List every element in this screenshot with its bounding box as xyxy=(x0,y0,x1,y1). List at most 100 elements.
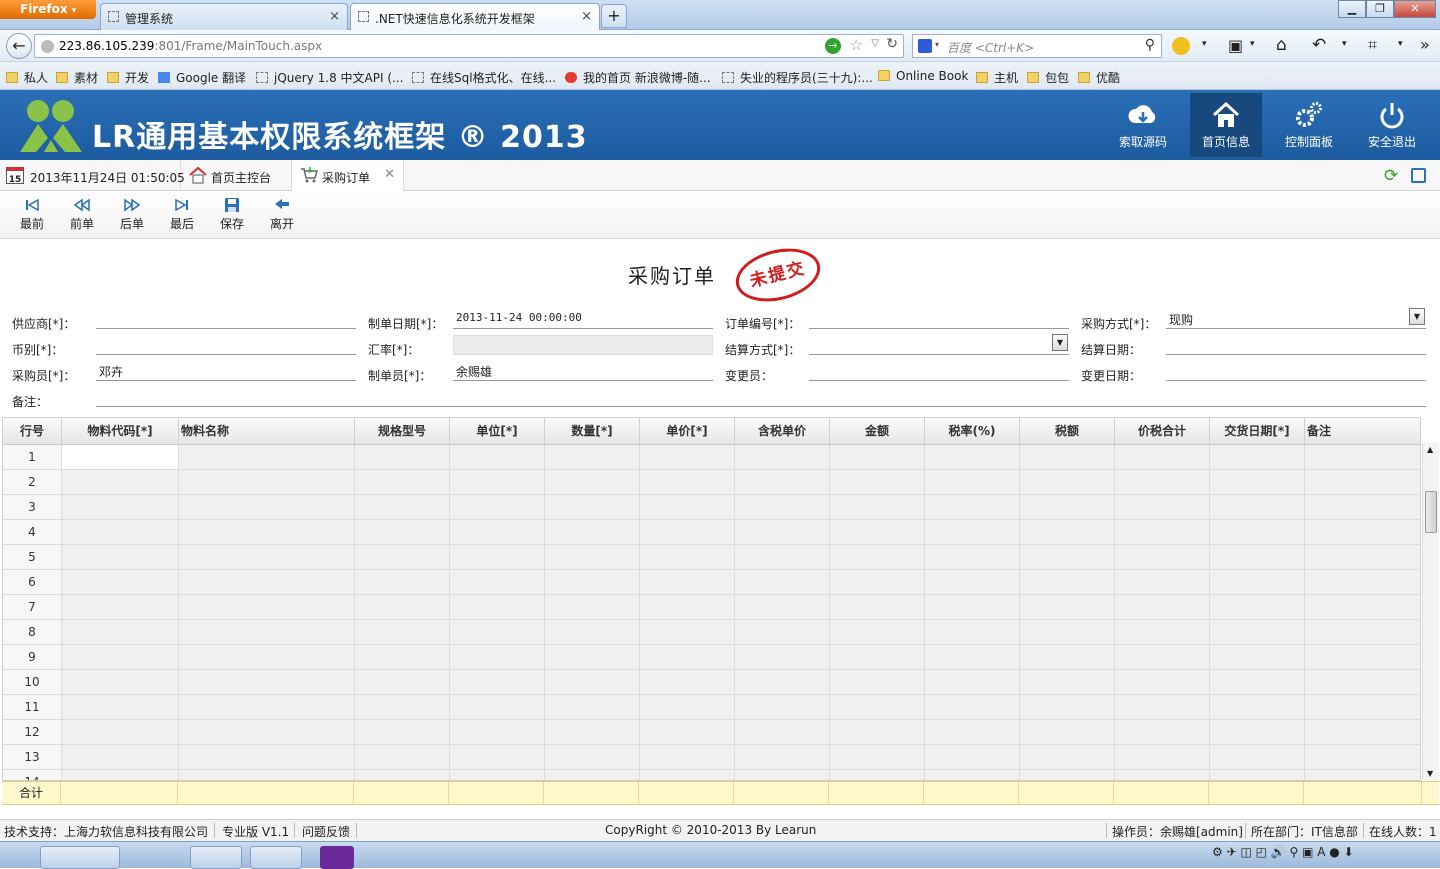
taskbar-app[interactable] xyxy=(190,846,242,869)
grid-cell[interactable] xyxy=(735,595,830,620)
grid-cell[interactable] xyxy=(1115,770,1210,780)
grid-cell[interactable] xyxy=(830,645,925,670)
grid-cell[interactable] xyxy=(925,720,1020,745)
grid-cell[interactable] xyxy=(1305,720,1420,745)
grid-cell[interactable] xyxy=(640,570,735,595)
grid-cell[interactable] xyxy=(1020,520,1115,545)
bookmark-item[interactable]: 开发 xyxy=(107,69,149,86)
grid-cell[interactable] xyxy=(545,495,640,520)
column-header[interactable]: 备注 xyxy=(1305,418,1420,445)
grid-cell[interactable] xyxy=(355,720,450,745)
bookmark-item[interactable]: Google 翻译 xyxy=(158,69,246,86)
addon-icon[interactable] xyxy=(1172,37,1190,55)
grid-cell[interactable] xyxy=(545,745,640,770)
grid-cell[interactable] xyxy=(545,595,640,620)
grid-cell[interactable] xyxy=(179,745,355,770)
grid-cell[interactable] xyxy=(1020,745,1115,770)
grid-cell[interactable] xyxy=(640,645,735,670)
grid-cell[interactable] xyxy=(1115,520,1210,545)
grid-cell[interactable] xyxy=(640,470,735,495)
grid-cell[interactable] xyxy=(1210,470,1305,495)
bookmark-item[interactable]: 素材 xyxy=(56,69,98,86)
remark-field[interactable] xyxy=(96,389,1426,407)
taskbar-app[interactable] xyxy=(40,846,120,869)
tab-purchase-order[interactable]: 采购订单 ✕ xyxy=(292,160,404,191)
grid-cell[interactable] xyxy=(925,770,1020,780)
next-button[interactable]: 后单 xyxy=(112,197,152,232)
grid-cell[interactable] xyxy=(179,695,355,720)
grid-cell[interactable] xyxy=(1210,695,1305,720)
grid-cell[interactable] xyxy=(1210,595,1305,620)
grid-cell[interactable] xyxy=(830,520,925,545)
grid-cell[interactable] xyxy=(1020,670,1115,695)
grid-cell[interactable] xyxy=(830,470,925,495)
grid-cell[interactable] xyxy=(735,745,830,770)
more-icon[interactable]: » xyxy=(1420,35,1430,54)
settle-date-field[interactable] xyxy=(1166,337,1426,355)
grid-cell[interactable] xyxy=(355,770,450,780)
grid-cell[interactable] xyxy=(62,495,179,520)
grid-cell[interactable] xyxy=(1020,595,1115,620)
grid-cell[interactable] xyxy=(640,545,735,570)
column-header[interactable]: 税率(%) xyxy=(925,418,1020,445)
table-row[interactable]: 11 xyxy=(3,695,1420,720)
grid-cell[interactable] xyxy=(450,695,545,720)
grid-cell[interactable] xyxy=(640,770,735,780)
table-row[interactable]: 6 xyxy=(3,570,1420,595)
column-header[interactable]: 规格型号 xyxy=(355,418,450,445)
grid-cell[interactable] xyxy=(450,645,545,670)
grid-cell[interactable] xyxy=(830,595,925,620)
grid-cell[interactable] xyxy=(830,445,925,470)
last-button[interactable]: 最后 xyxy=(162,197,202,232)
grid-cell[interactable] xyxy=(1305,445,1420,470)
grid-cell[interactable] xyxy=(450,545,545,570)
scroll-up-icon[interactable]: ▲ xyxy=(1427,445,1433,454)
search-icon[interactable]: ⚲ xyxy=(1145,37,1155,53)
grid-cell[interactable] xyxy=(450,770,545,780)
grid-cell[interactable] xyxy=(1020,720,1115,745)
grid-cell[interactable] xyxy=(355,520,450,545)
grid-cell[interactable] xyxy=(450,720,545,745)
grid-cell[interactable] xyxy=(1210,520,1305,545)
grid-cell[interactable] xyxy=(545,720,640,745)
column-header[interactable]: 物料代码[*] xyxy=(62,418,179,445)
tab-home-console[interactable]: 首页主控台 xyxy=(181,160,292,191)
column-header[interactable]: 含税单价 xyxy=(735,418,830,445)
table-row[interactable]: 8 xyxy=(3,620,1420,645)
grid-cell[interactable] xyxy=(1115,445,1210,470)
table-row[interactable]: 1 xyxy=(3,445,1420,470)
close-tab-icon[interactable]: × xyxy=(581,9,592,24)
logout-button[interactable]: 安全退出 xyxy=(1356,93,1428,157)
grid-cell[interactable] xyxy=(179,645,355,670)
grid-cell[interactable] xyxy=(1210,720,1305,745)
chevron-down-icon[interactable]: ▼ xyxy=(1052,334,1068,351)
grid-cell[interactable] xyxy=(355,620,450,645)
grid-cell[interactable] xyxy=(62,570,179,595)
grid-cell[interactable] xyxy=(830,570,925,595)
grid-cell[interactable] xyxy=(735,470,830,495)
change-date-field[interactable] xyxy=(1166,363,1426,381)
grid-cell[interactable] xyxy=(1305,645,1420,670)
bookmark-item[interactable]: 我的首页 新浪微博-随... xyxy=(565,69,711,86)
bookmark-item[interactable]: 包包 xyxy=(1027,69,1069,86)
grid-cell[interactable] xyxy=(735,645,830,670)
grid-cell[interactable] xyxy=(1305,670,1420,695)
home-info-button[interactable]: 首页信息 xyxy=(1190,93,1262,157)
grid-cell[interactable] xyxy=(1305,745,1420,770)
grid-cell[interactable] xyxy=(1305,520,1420,545)
grid-cell[interactable] xyxy=(830,695,925,720)
url-bar[interactable]: 223.86.105.239:801/Frame/MainTouch.aspx … xyxy=(34,34,904,58)
grid-cell[interactable] xyxy=(62,645,179,670)
grid-cell[interactable] xyxy=(179,495,355,520)
new-tab-button[interactable]: + xyxy=(601,4,627,28)
grid-cell[interactable] xyxy=(355,695,450,720)
grid-cell[interactable] xyxy=(925,445,1020,470)
dropdown-icon[interactable]: ▾ xyxy=(1398,39,1403,49)
grid-cell[interactable] xyxy=(640,670,735,695)
grid-cell[interactable] xyxy=(925,495,1020,520)
grid-cell[interactable] xyxy=(640,495,735,520)
grid-cell[interactable] xyxy=(830,745,925,770)
browser-tab-admin[interactable]: 管理系统 × xyxy=(100,3,348,30)
grid-cell[interactable] xyxy=(450,445,545,470)
settle-method-select[interactable]: ▼ xyxy=(809,334,1069,355)
